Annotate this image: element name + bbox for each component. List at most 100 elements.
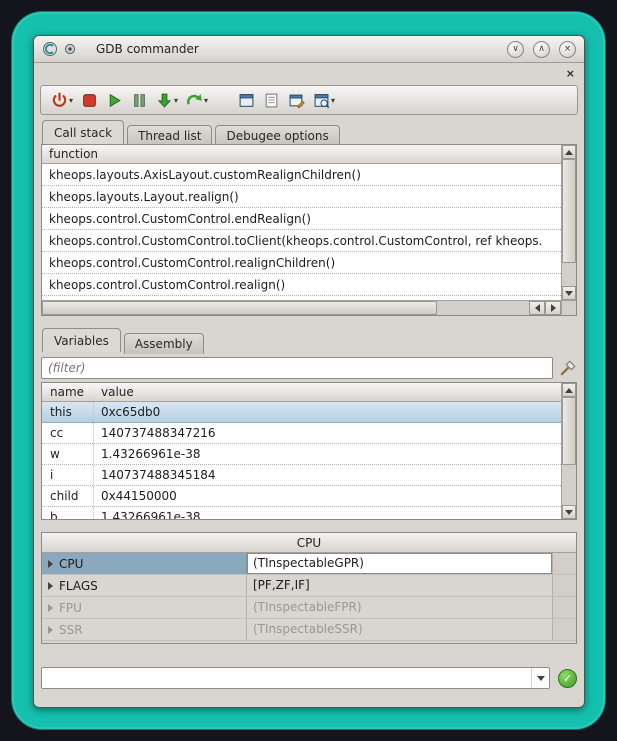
variable-row[interactable]: w 1.43266961e-38 [42,444,561,465]
variable-value: 140737488345184 [94,465,561,485]
edit-window-button[interactable] [286,90,307,111]
variable-name: i [42,465,94,485]
expand-icon[interactable] [48,604,53,612]
register-group-value: (TInspectableFPR) [247,597,552,618]
cpu-row[interactable]: SSR (TInspectableSSR) [42,619,576,641]
pause-icon [131,92,148,109]
scrollbar-thumb[interactable] [562,397,576,465]
chevron-down-icon[interactable]: ▾ [204,96,208,105]
expand-icon[interactable] [48,626,53,634]
cpu-gutter [552,619,576,640]
register-group-value[interactable]: (TInspectableGPR) [247,553,552,574]
chevron-down-icon[interactable]: ▾ [69,96,73,105]
variable-row[interactable]: cc 140737488347216 [42,423,561,444]
callstack-row[interactable]: kheops.control.CustomControl.toClient(kh… [42,230,561,252]
variable-row[interactable]: b 1.43266961e-38 [42,507,561,519]
register-group-name: SSR [59,623,83,637]
pause-button[interactable] [129,90,150,111]
register-group-value[interactable]: [PF,ZF,IF] [247,575,552,596]
confirm-button[interactable]: ✓ [558,669,577,688]
menu-icon[interactable] [64,43,76,55]
cpu-row[interactable]: CPU (TInspectableGPR) [42,553,576,575]
variable-row[interactable]: child 0x44150000 [42,486,561,507]
combobox-dropdown-button[interactable] [531,668,549,688]
variable-value: 1.43266961e-38 [94,507,561,519]
variable-row[interactable]: this 0xc65db0 [42,402,561,423]
power-button[interactable]: ▾ [49,90,75,111]
value-column-header: value [94,383,561,401]
chevron-down-icon[interactable]: ▾ [174,96,178,105]
name-column-header: name [42,383,94,401]
tab-debugee-options[interactable]: Debugee options [215,125,339,146]
register-group-name: FPU [59,601,82,615]
callstack-horizontal-scrollbar[interactable] [42,300,576,315]
cpu-gutter [552,597,576,618]
document-button[interactable] [261,90,282,111]
filter-row [41,356,577,380]
register-group-value: (TInspectableSSR) [247,619,552,640]
cpu-row[interactable]: FPU (TInspectableFPR) [42,597,576,619]
cpu-row[interactable]: FLAGS [PF,ZF,IF] [42,575,576,597]
scroll-left-button[interactable] [529,301,545,315]
scroll-right-button[interactable] [545,301,561,315]
variable-name: this [42,402,94,422]
variables-vertical-scrollbar[interactable] [561,383,576,519]
tab-variables[interactable]: Variables [42,328,121,352]
step-over-button[interactable]: ▾ [184,90,210,111]
window-titlebar[interactable]: GDB commander ∨ ∧ × [34,36,584,63]
document-icon [263,92,280,109]
scroll-down-button[interactable] [562,505,576,519]
cpu-inspector-panel: CPU CPU (TInspectableGPR) FLAGS [PF,ZF,I… [41,532,577,644]
callstack-row[interactable]: kheops.control.CustomControl.realign() [42,274,561,296]
step-into-button[interactable]: ▾ [154,90,180,111]
callstack-column-header: function [42,145,561,164]
tab-thread-list[interactable]: Thread list [127,125,212,146]
variables-header: name value [42,383,561,402]
dock-close-icon[interactable]: × [566,68,575,79]
variable-value: 0xc65db0 [94,402,561,422]
chevron-down-icon[interactable]: ▾ [331,96,335,105]
variable-row[interactable]: i 140737488345184 [42,465,561,486]
variables-panel: name value this 0xc65db0 cc 140737488347… [41,382,577,520]
window-icon [238,92,255,109]
variable-name: w [42,444,94,464]
command-combobox[interactable] [41,667,550,689]
wand-icon[interactable] [559,359,577,377]
command-row: ✓ [41,666,577,690]
app-icon [42,41,58,57]
scrollbar-thumb[interactable] [42,301,437,315]
close-button[interactable]: × [559,41,576,58]
callstack-vertical-scrollbar[interactable] [561,145,576,300]
register-group-name: FLAGS [59,579,98,593]
variable-name: b [42,507,94,519]
callstack-row[interactable]: kheops.control.CustomControl.realignChil… [42,252,561,274]
window-body: × ▾ [34,63,584,707]
expand-icon[interactable] [48,560,53,568]
scrollbar-thumb[interactable] [562,159,576,263]
scroll-up-button[interactable] [562,383,576,397]
filter-input[interactable] [41,357,553,379]
step-into-icon [156,92,173,109]
search-window-button[interactable]: ▾ [311,90,337,111]
cpu-gutter [552,553,576,574]
gdb-commander-window: GDB commander ∨ ∧ × × ▾ [33,35,585,708]
tab-call-stack[interactable]: Call stack [42,120,124,144]
screenshot-canvas: GDB commander ∨ ∧ × × ▾ [0,0,617,741]
scroll-up-button[interactable] [562,145,576,159]
window-search-icon [313,92,330,109]
maximize-button[interactable]: ∧ [533,41,550,58]
callstack-row[interactable]: kheops.control.CustomControl.endRealign(… [42,208,561,230]
callstack-row[interactable]: kheops.layouts.Layout.realign() [42,186,561,208]
minimize-button[interactable]: ∨ [507,41,524,58]
output-window-button[interactable] [236,90,257,111]
stop-button[interactable] [79,90,100,111]
variable-value: 0x44150000 [94,486,561,506]
expand-icon[interactable] [48,582,53,590]
inspector-tabbar: Variables Assembly [42,328,207,352]
scroll-down-button[interactable] [562,286,576,300]
stop-icon [81,92,98,109]
debug-toolbar: ▾ [40,85,578,115]
callstack-row[interactable]: kheops.layouts.AxisLayout.customRealignC… [42,164,561,186]
play-button[interactable] [104,90,125,111]
tab-assembly[interactable]: Assembly [124,333,204,354]
